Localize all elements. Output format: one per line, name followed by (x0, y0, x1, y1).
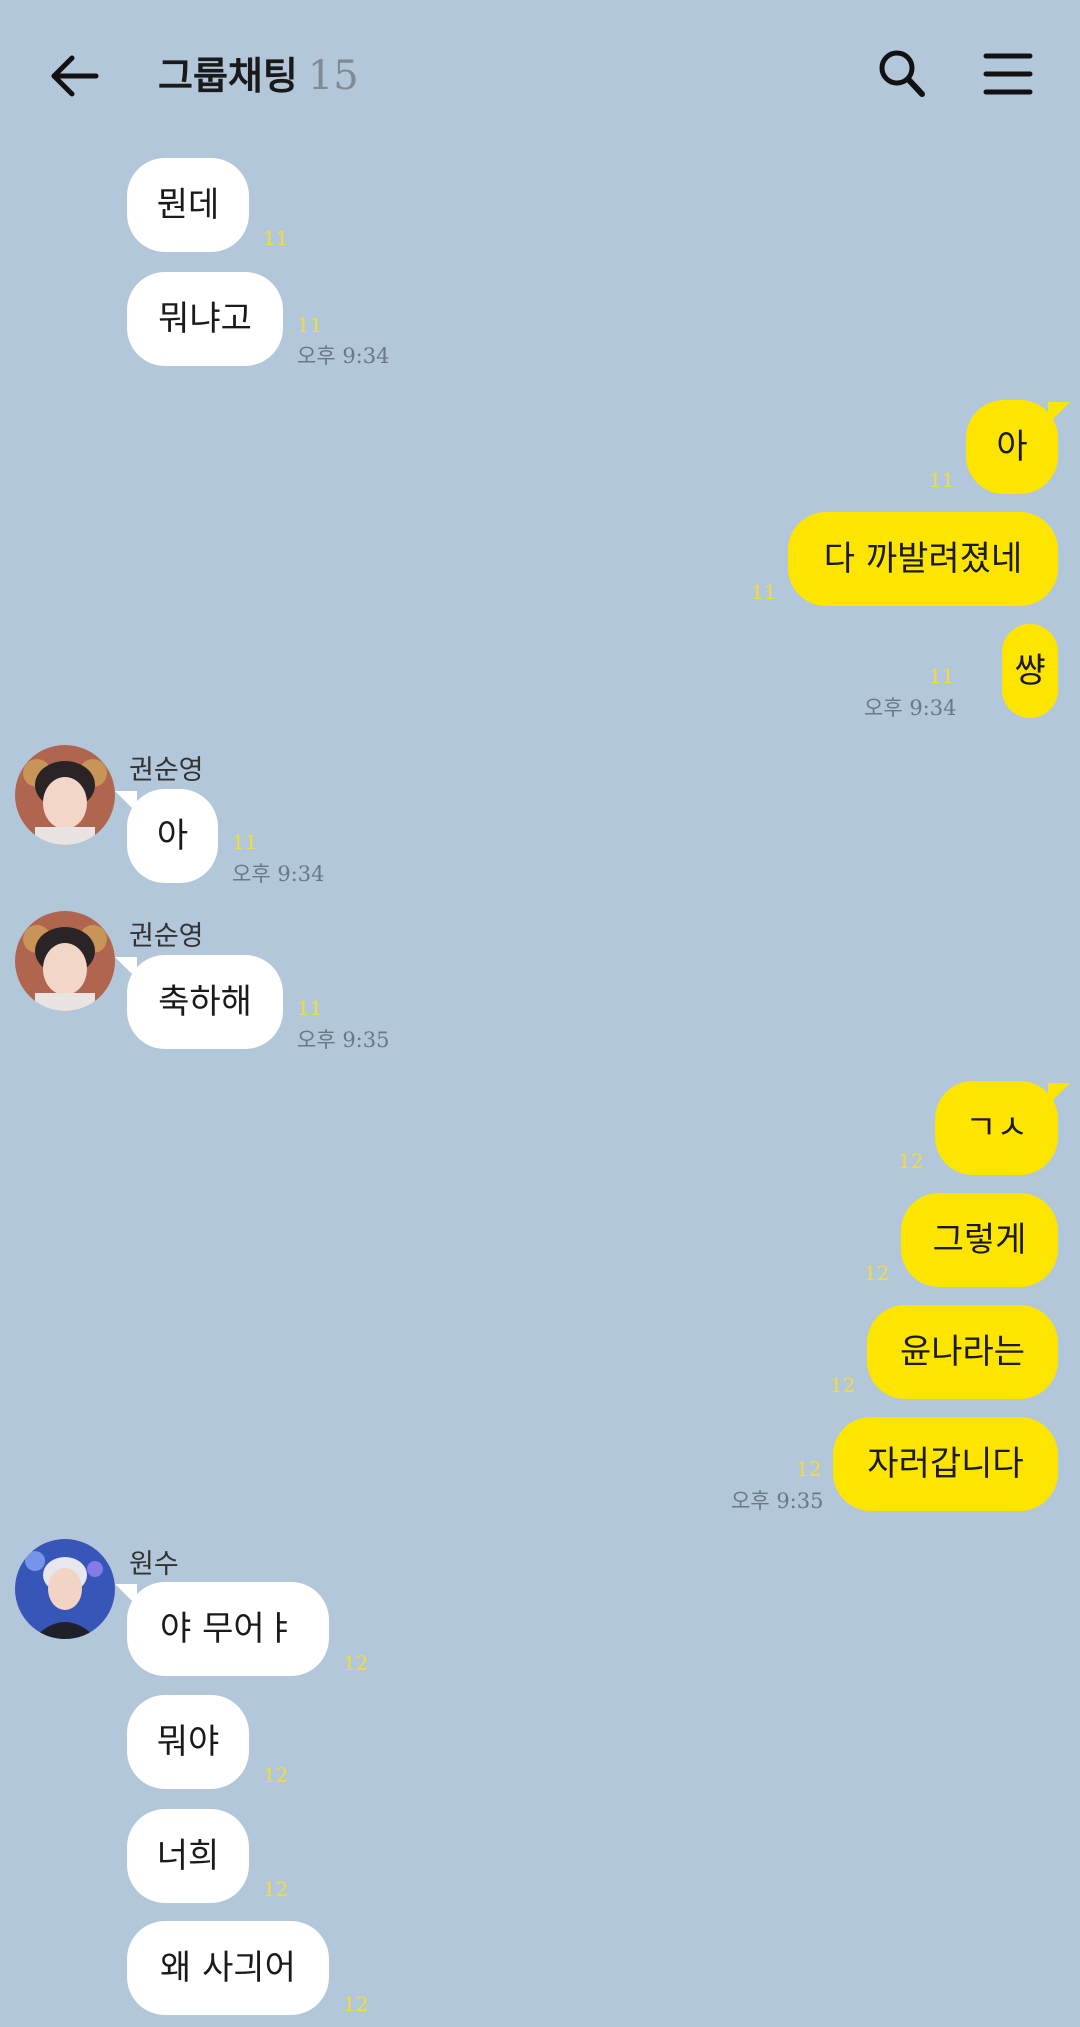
unread-count: 11 (232, 830, 258, 854)
message-bubble-outgoing[interactable]: ㄱㅅ (935, 1081, 1070, 1175)
message-bubble-incoming[interactable]: 축하해 (115, 955, 283, 1049)
message-bubble-incoming[interactable]: 뭐야 (127, 1695, 249, 1789)
message-bubble-incoming[interactable]: 뭐냐고 (127, 272, 283, 366)
avatar[interactable] (15, 1539, 115, 1639)
message-time: 오후 9:35 (731, 1489, 824, 1513)
chat-title-text: 그룹채팅 (158, 54, 298, 98)
unread-count: 12 (263, 1877, 289, 1901)
profile-photo-icon (15, 745, 115, 845)
unread-count: 12 (864, 1261, 890, 1285)
message-bubble-incoming[interactable]: 뭔데 (127, 158, 249, 252)
bubble-tail (1048, 1083, 1070, 1105)
message-text: 아 (156, 816, 189, 856)
bubble-tail (115, 1584, 137, 1606)
member-count: 15 (307, 53, 359, 99)
search-button[interactable] (872, 44, 932, 104)
message-bubble-outgoing[interactable]: 다 까발려졌네 (788, 512, 1058, 606)
message-text: ㄱㅅ (965, 1108, 1028, 1148)
unread-count: 11 (929, 664, 955, 688)
sender-name: 원수 (129, 1549, 179, 1580)
message-text: 아 (996, 427, 1028, 467)
chat-header: 그룹채팅 15 (0, 0, 1080, 150)
message-bubble-incoming[interactable]: 아 (115, 789, 218, 883)
message-bubble-incoming[interactable]: 왜 사긔어 (127, 1921, 329, 2015)
message-time: 오후 9:35 (297, 1028, 390, 1052)
message-bubble-outgoing[interactable]: 윤나라는 (867, 1305, 1058, 1399)
menu-button[interactable] (978, 44, 1038, 104)
unread-count: 11 (297, 313, 323, 337)
unread-count: 11 (929, 468, 955, 492)
message-time: 오후 9:34 (297, 344, 390, 368)
bubble-tail (115, 791, 137, 813)
back-button[interactable] (44, 46, 104, 106)
sender-name: 권순영 (129, 921, 204, 952)
bubble-tail (1048, 402, 1070, 424)
avatar[interactable] (15, 745, 115, 845)
message-text: 야 무어ㅑ (160, 1609, 296, 1649)
bubble-tail (115, 957, 137, 979)
message-bubble-outgoing[interactable]: 그렇게 (901, 1193, 1058, 1287)
unread-count: 12 (343, 1651, 369, 1675)
sender-name: 권순영 (129, 755, 204, 786)
chat-title: 그룹채팅 15 (158, 50, 359, 102)
message-bubble-incoming[interactable]: 야 무어ㅑ (115, 1582, 329, 1676)
unread-count: 11 (751, 580, 777, 604)
search-icon (879, 50, 925, 97)
arrow-left-icon (51, 55, 99, 97)
hamburger-menu-icon (983, 53, 1033, 95)
profile-photo-icon (15, 1539, 115, 1639)
unread-count: 12 (796, 1457, 822, 1481)
unread-count: 12 (898, 1149, 924, 1173)
unread-count: 11 (297, 996, 323, 1020)
unread-count: 12 (830, 1373, 856, 1397)
unread-count: 11 (263, 226, 289, 250)
message-bubble-outgoing[interactable]: 썅 (1002, 624, 1058, 718)
unread-count: 12 (263, 1763, 289, 1787)
message-bubble-incoming[interactable]: 너희 (127, 1809, 249, 1903)
message-time: 오후 9:34 (232, 862, 325, 886)
message-text: 축하해 (158, 982, 252, 1022)
unread-count: 12 (343, 1992, 369, 2016)
message-bubble-outgoing[interactable]: 자러갑니다 (833, 1417, 1058, 1511)
avatar[interactable] (15, 911, 115, 1011)
profile-photo-icon (15, 911, 115, 1011)
message-time: 오후 9:34 (864, 696, 957, 720)
message-bubble-outgoing[interactable]: 아 (966, 400, 1070, 494)
